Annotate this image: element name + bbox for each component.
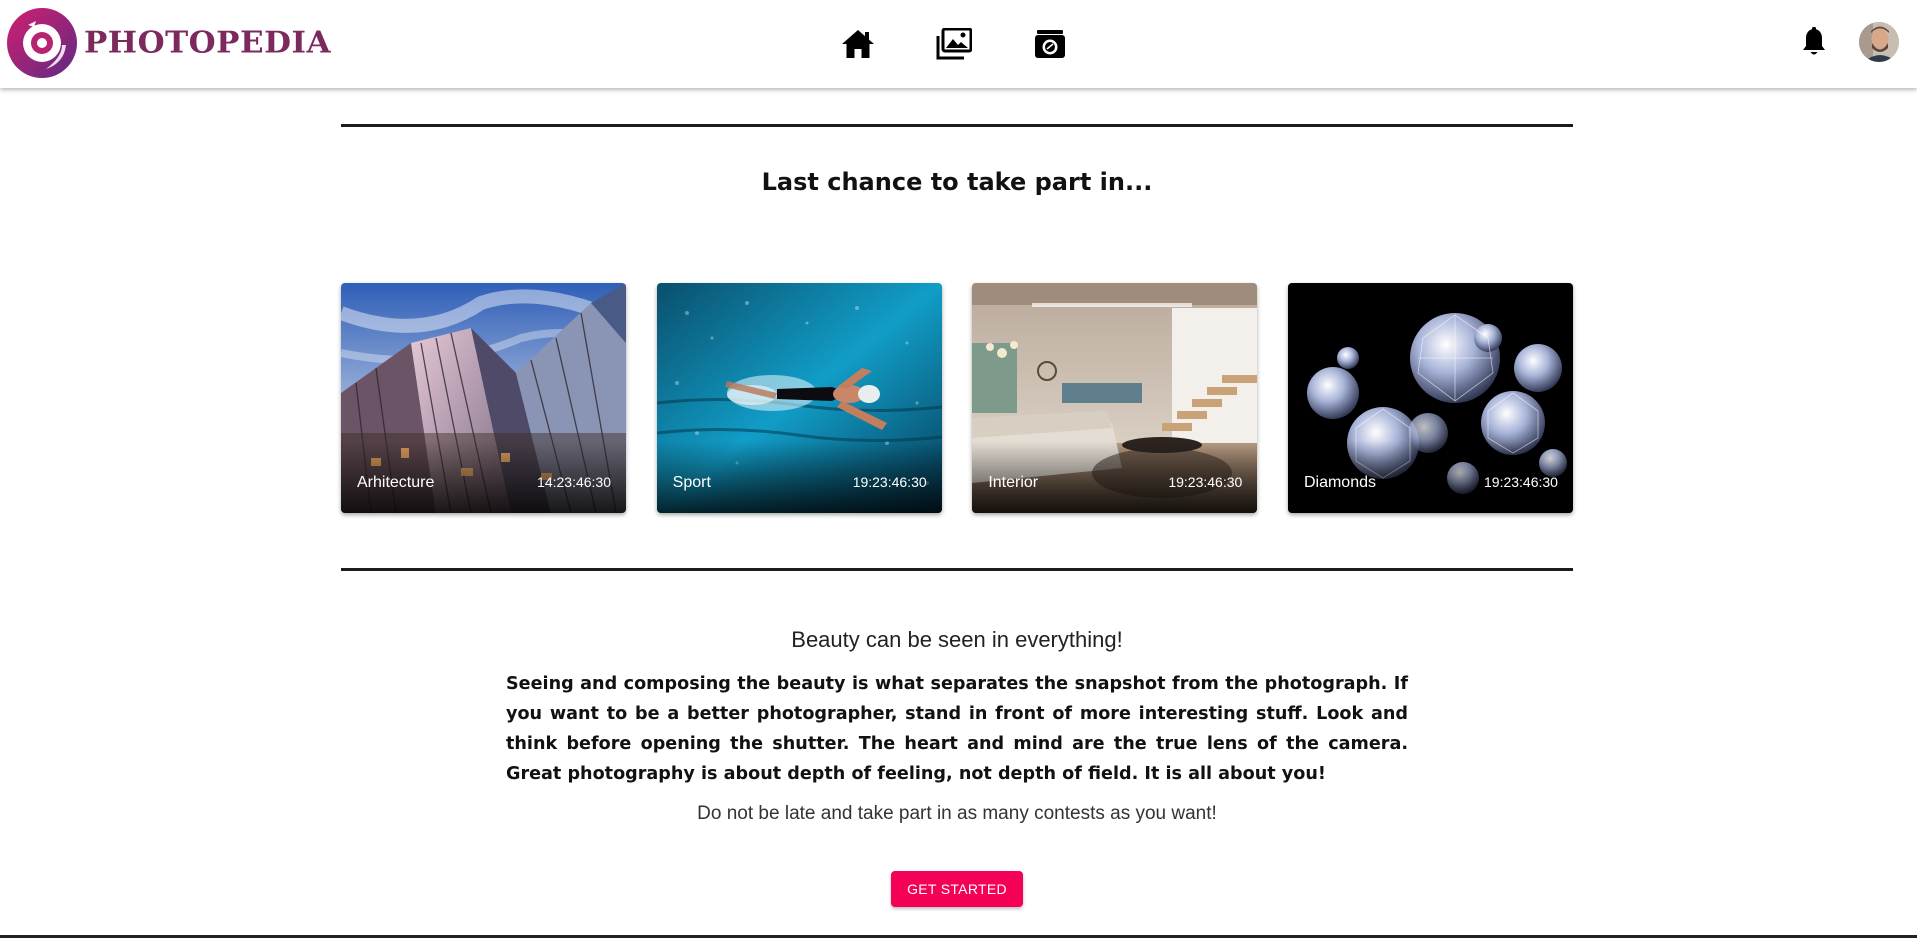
section-divider-top [341, 124, 1573, 127]
photo-library-icon [936, 28, 972, 60]
intro-subtext: Do not be late and take part in as many … [697, 803, 1217, 824]
contest-card-title: Arhitecture [357, 474, 435, 491]
contest-cards: Arhitecture 14:23:46:30 Sport 19:23:46:3… [341, 283, 1573, 513]
contest-card-title: Diamonds [1303, 474, 1376, 491]
contest-card-title: Interior [988, 474, 1039, 491]
user-avatar[interactable] [1859, 22, 1899, 62]
brand-logo[interactable]: PHOTOPEDIA [6, 8, 331, 78]
section-divider-bottom [341, 568, 1573, 571]
contest-card-interior[interactable]: Interior 19:23:46:30 [972, 283, 1258, 513]
get-started-button[interactable]: GET STARTED [891, 871, 1023, 907]
contest-card-countdown: 14:23:46:30 [537, 474, 611, 490]
bell-icon [1803, 27, 1825, 55]
contest-card-title: Sport [672, 474, 711, 491]
contest-card-countdown: 19:23:46:30 [1168, 474, 1243, 490]
contest-card-architecture[interactable]: Arhitecture 14:23:46:30 [341, 283, 626, 513]
intro-body: Seeing and composing the beauty is what … [506, 674, 1408, 784]
intro-heading: Beauty can be seen in everything! [791, 627, 1123, 652]
nav-contests-button[interactable] [1030, 24, 1070, 64]
contest-card-countdown: 19:23:46:30 [852, 474, 927, 490]
contests-section-title: Last chance to take part in... [761, 168, 1153, 196]
camera-enhance-icon [1035, 30, 1065, 58]
home-icon [842, 30, 874, 58]
main-nav [838, 24, 1070, 64]
notifications-button[interactable] [1799, 24, 1829, 60]
contest-card-sport[interactable]: Sport 19:23:46:30 [656, 283, 942, 513]
avatar-image [1859, 22, 1899, 62]
nav-gallery-button[interactable] [934, 24, 974, 64]
camera-lens-logo-icon [7, 8, 77, 78]
contest-card-diamonds[interactable]: Diamonds 19:23:46:30 [1287, 283, 1573, 513]
user-tools [1799, 22, 1899, 62]
nav-home-button[interactable] [838, 24, 878, 64]
contest-card-countdown: 19:23:46:30 [1484, 474, 1558, 490]
brand-name: PHOTOPEDIA [84, 25, 332, 60]
top-app-bar: PHOTOPEDIA [0, 0, 1917, 88]
